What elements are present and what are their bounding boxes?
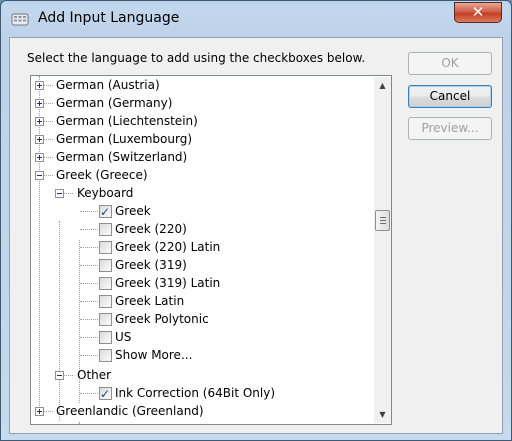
tree-line <box>80 265 98 267</box>
close-icon: ✕ <box>471 3 485 21</box>
keyboard-item-greek-220-latin[interactable]: Greek (220) Latin <box>31 238 371 256</box>
tree-line <box>44 103 53 105</box>
collapse-icon[interactable] <box>55 189 64 198</box>
keyboard-label: Greek (319) <box>115 258 187 272</box>
scroll-down-arrow-icon[interactable]: ▼ <box>374 406 391 423</box>
ok-button[interactable]: OK <box>408 52 492 75</box>
other-item-label: Ink Correction (64Bit Only) <box>115 386 276 400</box>
keyboard-label: Greek Polytonic <box>115 312 209 326</box>
checkbox[interactable] <box>99 331 112 344</box>
checkbox[interactable] <box>99 259 112 272</box>
tree-line <box>44 139 53 141</box>
expand-icon[interactable] <box>35 153 44 162</box>
cancel-button[interactable]: Cancel <box>408 85 492 108</box>
tree-line <box>80 283 98 285</box>
collapse-icon[interactable] <box>35 171 44 180</box>
language-tree[interactable]: German (Austria) German (Germany) German… <box>30 75 392 425</box>
keyboard-item-greek[interactable]: Greek <box>31 202 371 221</box>
tree-line <box>80 301 98 303</box>
other-item-ink-correction[interactable]: Ink Correction (64Bit Only) <box>31 384 371 403</box>
tree-line <box>80 393 98 395</box>
close-button[interactable]: ✕ <box>454 2 502 23</box>
keyboard-label: Greek (220) <box>115 222 187 236</box>
expand-icon[interactable] <box>35 135 44 144</box>
keyboard-item-greek-latin[interactable]: Greek Latin <box>31 292 371 310</box>
checkbox[interactable] <box>99 277 112 290</box>
checkbox[interactable] <box>99 295 112 308</box>
tree-line <box>80 337 98 339</box>
vertical-scrollbar[interactable]: ▲ ▼ <box>374 77 391 423</box>
expand-icon[interactable] <box>35 99 44 108</box>
keyboard-item-us[interactable]: US <box>31 328 371 346</box>
tree-item-label: Greenlandic (Greenland) <box>56 404 204 418</box>
keyboard-item-greek-220[interactable]: Greek (220) <box>31 220 371 238</box>
checkbox[interactable] <box>99 223 112 236</box>
tree-line <box>44 411 53 413</box>
tree-item-german-switzerland[interactable]: German (Switzerland) <box>31 148 371 166</box>
keyboard-label: Greek Latin <box>115 294 185 308</box>
keyboard-item-show-more[interactable]: Show More... <box>31 346 371 364</box>
tree-group-label: Other <box>77 368 112 382</box>
dialog-window: Add Input Language ✕ Select the language… <box>0 0 512 441</box>
tree-item-label: German (Germany) <box>56 96 173 110</box>
tree-line <box>44 85 53 87</box>
expand-icon[interactable] <box>35 81 44 90</box>
keyboard-label: US <box>115 330 132 344</box>
tree-item-german-germany[interactable]: German (Germany) <box>31 94 371 112</box>
checkbox[interactable] <box>99 385 112 403</box>
keyboard-label: Show More... <box>115 348 193 362</box>
keyboard-icon <box>11 13 29 26</box>
tree-line <box>44 175 53 177</box>
tree-item-greenlandic[interactable]: Greenlandic (Greenland) <box>31 402 371 420</box>
tree-item-greek-greece[interactable]: Greek (Greece) <box>31 166 371 184</box>
checkbox[interactable] <box>99 349 112 362</box>
keyboard-label: Greek <box>115 204 151 218</box>
checkbox[interactable] <box>99 313 112 326</box>
tree-line <box>44 121 53 123</box>
tree-line <box>80 211 98 213</box>
tree-line <box>64 193 73 195</box>
keyboard-label: Greek (319) Latin <box>115 276 221 290</box>
tree-group-label: Keyboard <box>77 186 134 200</box>
checkbox[interactable] <box>99 241 112 254</box>
tree-line <box>64 375 73 377</box>
tree-group-keyboard[interactable]: Keyboard <box>31 184 371 202</box>
tree-line <box>80 247 98 249</box>
expand-icon[interactable] <box>35 117 44 126</box>
tree-line <box>80 229 98 231</box>
scroll-thumb[interactable] <box>375 210 390 231</box>
preview-button[interactable]: Preview... <box>408 117 492 140</box>
tree-line <box>80 319 98 321</box>
tree-group-other[interactable]: Other <box>31 366 371 384</box>
title-bar[interactable]: Add Input Language ✕ <box>1 1 511 37</box>
scroll-up-arrow-icon[interactable]: ▲ <box>374 77 391 94</box>
checkbox[interactable] <box>99 203 112 221</box>
tree-line <box>79 422 81 424</box>
tree-line <box>44 157 53 159</box>
tree-item-german-luxembourg[interactable]: German (Luxembourg) <box>31 130 371 148</box>
expand-icon[interactable] <box>35 407 44 416</box>
dialog-body: Select the language to add using the che… <box>9 37 503 434</box>
tree-item-label: German (Luxembourg) <box>56 132 193 146</box>
keyboard-item-greek-polytonic[interactable]: Greek Polytonic <box>31 310 371 328</box>
tree-item-label: Greek (Greece) <box>56 168 148 182</box>
keyboard-item-greek-319-latin[interactable]: Greek (319) Latin <box>31 274 371 292</box>
tree-item-label: German (Austria) <box>56 78 160 92</box>
tree-item-label: German (Liechtenstein) <box>56 114 198 128</box>
tree-item-label: German (Switzerland) <box>56 150 188 164</box>
keyboard-item-greek-319[interactable]: Greek (319) <box>31 256 371 274</box>
tree-item-german-austria[interactable]: German (Austria) <box>31 76 371 94</box>
window-title: Add Input Language <box>38 10 180 26</box>
tree-line <box>80 355 98 357</box>
instructions-text: Select the language to add using the che… <box>27 51 366 65</box>
keyboard-label: Greek (220) Latin <box>115 240 221 254</box>
collapse-icon[interactable] <box>55 371 64 380</box>
tree-item-german-liechtenstein[interactable]: German (Liechtenstein) <box>31 112 371 130</box>
